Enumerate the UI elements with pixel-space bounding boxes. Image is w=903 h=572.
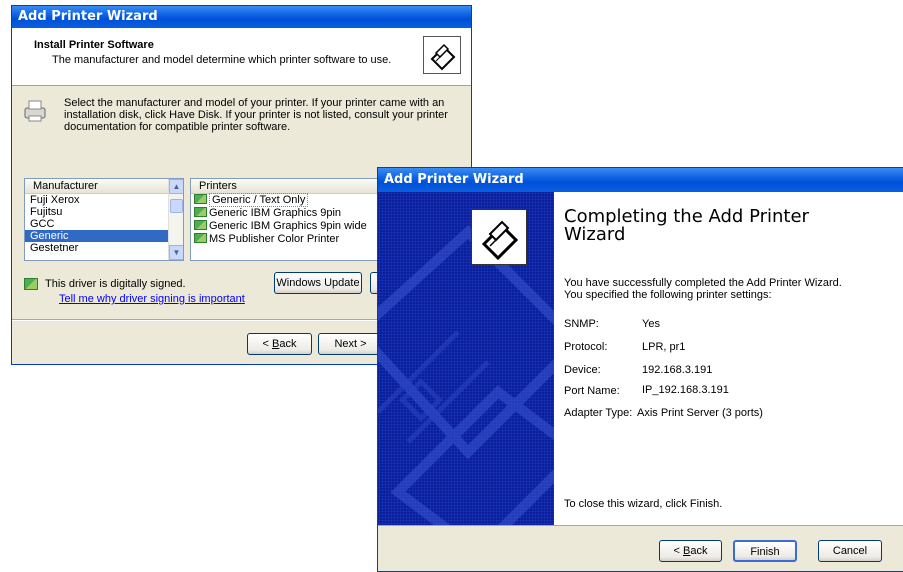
- close-instruction-text: To close this wizard, click Finish.: [564, 498, 723, 510]
- window-title: Add Printer Wizard: [12, 6, 471, 28]
- setting-value: Yes: [642, 318, 660, 330]
- page-title: Completing the Add Printer Wizard: [564, 206, 809, 245]
- printer-icon: [423, 36, 461, 74]
- setting-value: IP_192.168.3.191: [642, 384, 729, 396]
- setting-value: Axis Print Server (3 ports): [637, 407, 763, 419]
- next-button[interactable]: Next >: [318, 333, 383, 355]
- instructions-text: Select the manufacturer and model of you…: [64, 97, 448, 133]
- wizard-content: Completing the Add Printer Wizard You ha…: [554, 192, 903, 525]
- driver-signing-link[interactable]: Tell me why driver signing is important: [59, 293, 245, 305]
- add-printer-wizard-completing-window: Add Printer Wizard Completing the Add Pr…: [377, 167, 903, 572]
- list-item[interactable]: Fuji Xerox: [25, 194, 183, 206]
- setting-label: SNMP:: [564, 318, 599, 330]
- signed-driver-icon: [194, 207, 207, 217]
- setting-label: Port Name:: [564, 385, 620, 397]
- scroll-thumb[interactable]: [170, 199, 183, 213]
- signed-status-text: This driver is digitally signed.: [45, 278, 186, 290]
- finish-button[interactable]: Finish: [733, 540, 797, 562]
- manufacturer-list[interactable]: Manufacturer Fuji Xerox Fujitsu GCC Gene…: [24, 178, 184, 261]
- signed-driver-icon: [194, 233, 207, 243]
- cancel-button[interactable]: Cancel: [818, 540, 882, 562]
- printer-icon: [22, 98, 48, 124]
- list-item[interactable]: Fujitsu: [25, 206, 183, 218]
- vertical-scrollbar[interactable]: ▲ ▼: [168, 179, 183, 260]
- header-title: Install Printer Software: [34, 39, 154, 51]
- scroll-down-icon[interactable]: ▼: [169, 245, 183, 260]
- list-item-selected[interactable]: Generic: [25, 230, 183, 242]
- manufacturer-column-header[interactable]: Manufacturer: [25, 179, 183, 194]
- signed-driver-icon: [194, 194, 207, 204]
- wizard-header: Install Printer Software The manufacture…: [12, 28, 471, 86]
- header-subtitle: The manufacturer and model determine whi…: [52, 54, 392, 66]
- setting-value: LPR, pr1: [642, 341, 686, 353]
- windows-update-button[interactable]: Windows Update: [274, 272, 362, 294]
- window-title: Add Printer Wizard: [378, 168, 903, 192]
- wizard-side-banner: [378, 192, 554, 525]
- signed-driver-icon: [24, 278, 38, 290]
- scroll-up-icon[interactable]: ▲: [169, 179, 183, 194]
- wizard-footer: < Back Finish Cancel: [378, 525, 903, 571]
- setting-label: Protocol:: [564, 341, 608, 353]
- setting-value: 192.168.3.191: [642, 364, 713, 376]
- list-item[interactable]: Gestetner: [25, 242, 183, 254]
- intro-text: You have successfully completed the Add …: [564, 277, 842, 301]
- back-button[interactable]: < Back: [659, 540, 722, 562]
- list-item[interactable]: GCC: [25, 218, 183, 230]
- printer-icon: [471, 209, 527, 265]
- setting-label: Device:: [564, 364, 601, 376]
- setting-label: Adapter Type:: [564, 407, 633, 419]
- back-button[interactable]: < Back: [247, 333, 312, 355]
- signed-driver-icon: [194, 220, 207, 230]
